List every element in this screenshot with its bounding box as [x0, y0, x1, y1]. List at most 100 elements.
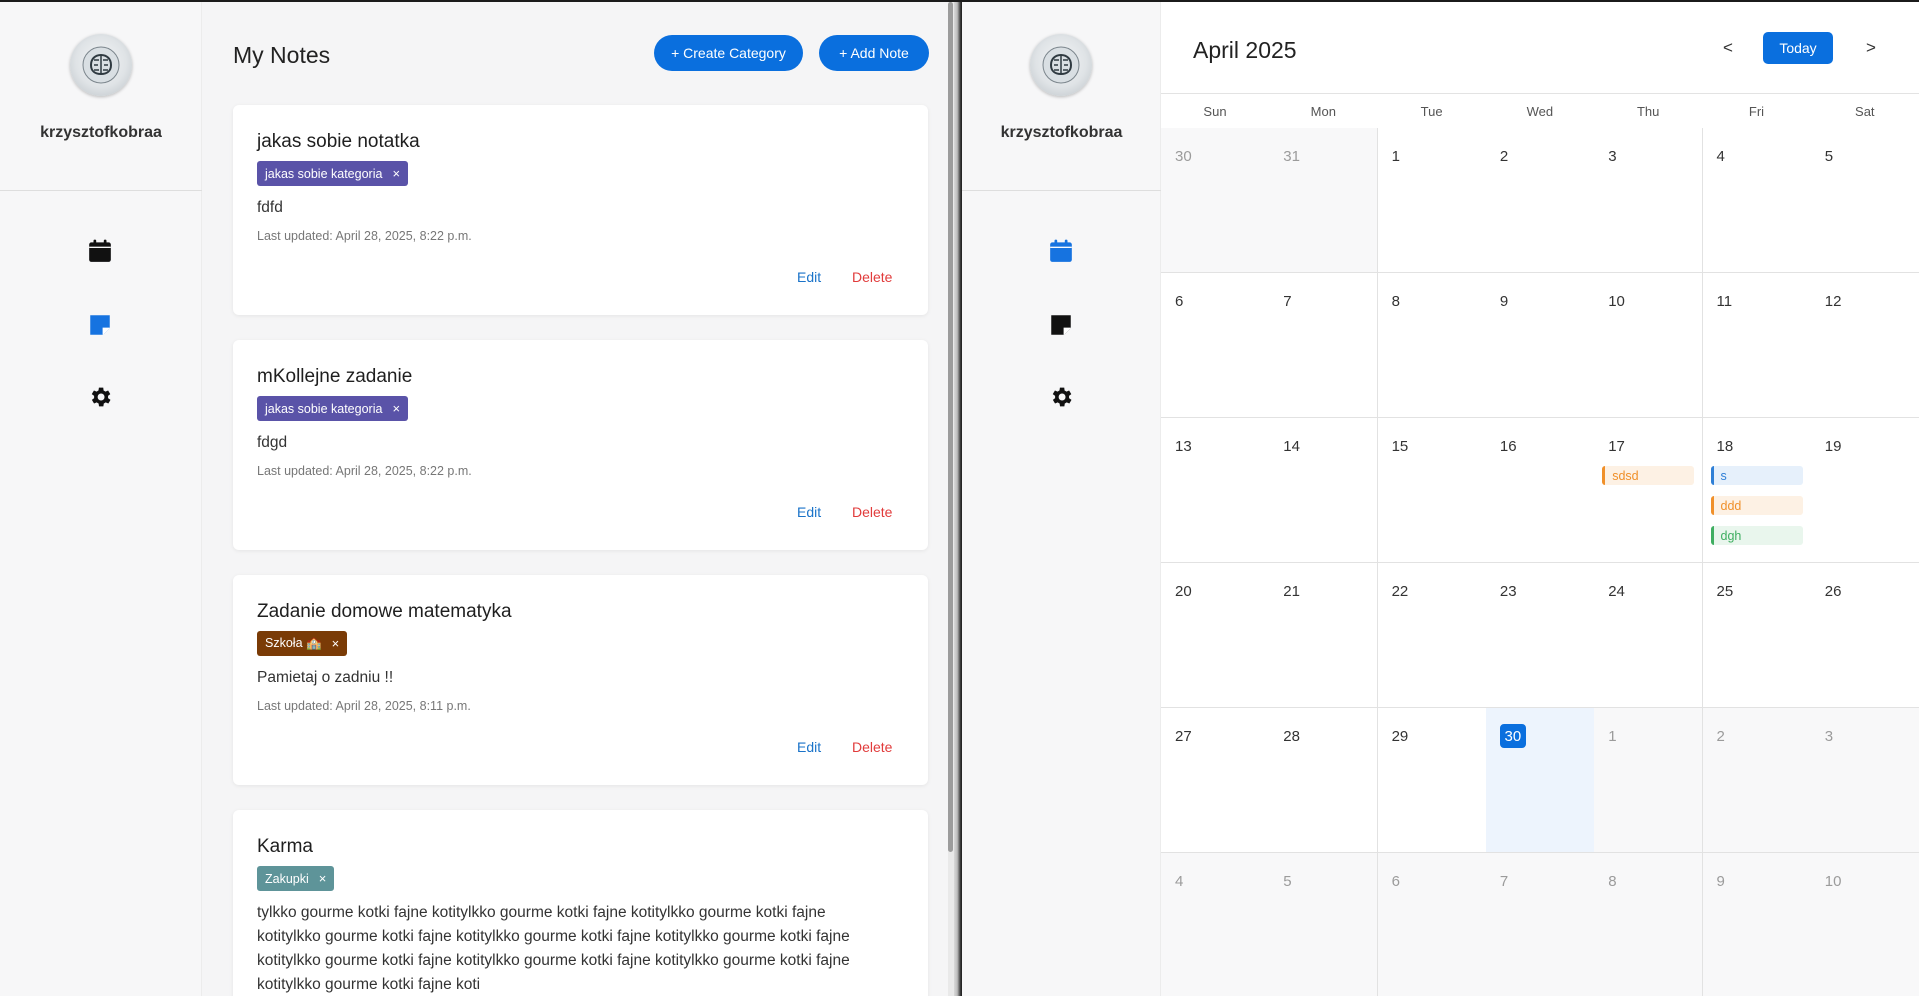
- calendar-day[interactable]: 21: [1269, 563, 1379, 708]
- calendar-title: April 2025: [1193, 37, 1297, 63]
- calendar-day[interactable]: 11: [1702, 273, 1812, 418]
- notes-main: My Notes + Create Category + Add Note ja…: [202, 2, 945, 996]
- calendar-event[interactable]: dgh: [1710, 526, 1803, 545]
- today-button[interactable]: Today: [1763, 32, 1833, 64]
- remove-tag-button[interactable]: ×: [392, 401, 400, 416]
- avatar[interactable]: [70, 34, 132, 96]
- create-category-button[interactable]: + Create Category: [654, 35, 803, 71]
- calendar-day[interactable]: 8: [1377, 273, 1487, 418]
- day-number: 5: [1824, 148, 1834, 165]
- day-number: 26: [1824, 583, 1842, 600]
- avatar[interactable]: [1030, 34, 1092, 96]
- calendar-event[interactable]: s: [1710, 466, 1803, 485]
- sidebar-item-calendar[interactable]: [86, 237, 114, 265]
- calendar-event[interactable]: ddd: [1710, 496, 1803, 515]
- weekday-label: Fri: [1748, 104, 1765, 119]
- add-note-button[interactable]: + Add Note: [819, 35, 929, 71]
- calendar-day[interactable]: 5: [1810, 128, 1919, 273]
- calendar-event[interactable]: sdsd: [1602, 466, 1695, 485]
- note-card: jakas sobie notatka jakas sobie kategori…: [233, 105, 928, 315]
- calendar-day[interactable]: 10: [1810, 853, 1919, 996]
- calendar-day[interactable]: 17 sdsd: [1594, 418, 1704, 563]
- calendar-day[interactable]: 9: [1702, 853, 1812, 996]
- calendar-day[interactable]: 2: [1485, 128, 1595, 273]
- calendar-day[interactable]: 18 s ddd dgh: [1702, 418, 1812, 563]
- category-tag: jakas sobie kategoria ×: [257, 396, 409, 421]
- remove-tag-button[interactable]: ×: [332, 636, 340, 651]
- day-number: 1: [1608, 728, 1617, 745]
- day-number: 8: [1608, 873, 1617, 890]
- calendar-day[interactable]: 5: [1269, 853, 1379, 996]
- calendar-day[interactable]: 3: [1810, 708, 1919, 853]
- calendar-day[interactable]: 26: [1810, 563, 1919, 708]
- calendar-day[interactable]: 9: [1485, 273, 1595, 418]
- calendar-day[interactable]: 2: [1702, 708, 1812, 853]
- sidebar: krzysztofkobraa: [962, 2, 1161, 996]
- day-number: 17: [1608, 438, 1625, 455]
- next-month-button[interactable]: >: [1866, 38, 1876, 58]
- sidebar-item-notes[interactable]: [1047, 311, 1075, 339]
- calendar-day[interactable]: 14: [1269, 418, 1379, 563]
- remove-tag-button[interactable]: ×: [392, 166, 400, 181]
- sidebar-item-settings[interactable]: [86, 383, 114, 411]
- calendar-day[interactable]: 7: [1269, 273, 1379, 418]
- calendar-day[interactable]: 24: [1594, 563, 1704, 708]
- calendar-day[interactable]: 1: [1594, 708, 1704, 853]
- delete-link[interactable]: Delete: [852, 739, 892, 755]
- scrollbar-thumb[interactable]: [948, 2, 953, 852]
- calendar-day[interactable]: 10: [1594, 273, 1704, 418]
- day-number: 27: [1175, 728, 1192, 745]
- calendar-day[interactable]: 4: [1161, 853, 1270, 996]
- delete-link[interactable]: Delete: [852, 504, 892, 520]
- calendar-day[interactable]: 19: [1810, 418, 1919, 563]
- day-number: 8: [1391, 293, 1400, 310]
- calendar-day[interactable]: 25: [1702, 563, 1812, 708]
- username: krzysztofkobraa: [40, 124, 162, 141]
- edit-link[interactable]: Edit: [797, 739, 821, 755]
- calendar-day[interactable]: 27: [1161, 708, 1270, 853]
- day-number: 20: [1175, 583, 1192, 600]
- settings-icon: [91, 387, 111, 407]
- category-tag: jakas sobie kategoria ×: [257, 161, 409, 186]
- calendar-day[interactable]: 15: [1377, 418, 1487, 563]
- calendar-day[interactable]: 31: [1269, 128, 1379, 273]
- remove-tag-button[interactable]: ×: [319, 871, 327, 886]
- settings-icon: [1052, 387, 1072, 407]
- calendar-day[interactable]: 20: [1161, 563, 1270, 708]
- calendar-day[interactable]: 28: [1269, 708, 1379, 853]
- calendar-day[interactable]: 8: [1594, 853, 1704, 996]
- calendar-day[interactable]: 30: [1161, 128, 1270, 273]
- day-number: 30: [1175, 148, 1192, 165]
- weekday-label: Thu: [1636, 104, 1660, 119]
- sidebar-item-calendar[interactable]: [1047, 237, 1075, 265]
- day-number: 14: [1283, 438, 1300, 455]
- day-number: 3: [1824, 728, 1834, 745]
- calendar-day[interactable]: 16: [1485, 418, 1595, 563]
- calendar-day-today[interactable]: 30: [1485, 708, 1595, 853]
- category-tag: Zakupki ×: [257, 866, 335, 891]
- note-updated: Last updated: April 28, 2025, 8:22 p.m.: [257, 229, 472, 243]
- calendar-day[interactable]: 29: [1377, 708, 1487, 853]
- divider: [0, 190, 202, 191]
- calendar-day[interactable]: 12: [1810, 273, 1919, 418]
- calendar-day[interactable]: 7: [1485, 853, 1595, 996]
- sidebar-item-settings[interactable]: [1047, 383, 1075, 411]
- prev-month-button[interactable]: <: [1723, 38, 1733, 58]
- category-tag-label: Szkoła 🏫: [265, 636, 322, 650]
- calendar-day[interactable]: 6: [1377, 853, 1487, 996]
- calendar-day[interactable]: 4: [1702, 128, 1812, 273]
- calendar-day[interactable]: 1: [1377, 128, 1487, 273]
- delete-link[interactable]: Delete: [852, 269, 892, 285]
- day-number: 25: [1716, 583, 1734, 600]
- edit-link[interactable]: Edit: [797, 269, 821, 285]
- calendar-day[interactable]: 3: [1594, 128, 1704, 273]
- calendar-day[interactable]: 23: [1485, 563, 1595, 708]
- calendar-day[interactable]: 6: [1161, 273, 1270, 418]
- edit-link[interactable]: Edit: [797, 504, 821, 520]
- weekday-label: Sun: [1203, 104, 1227, 119]
- calendar-day[interactable]: 22: [1377, 563, 1487, 708]
- sidebar-item-notes[interactable]: [86, 311, 114, 339]
- day-number: 28: [1283, 728, 1300, 745]
- calendar-day[interactable]: 13: [1161, 418, 1270, 563]
- day-number: 31: [1283, 148, 1300, 165]
